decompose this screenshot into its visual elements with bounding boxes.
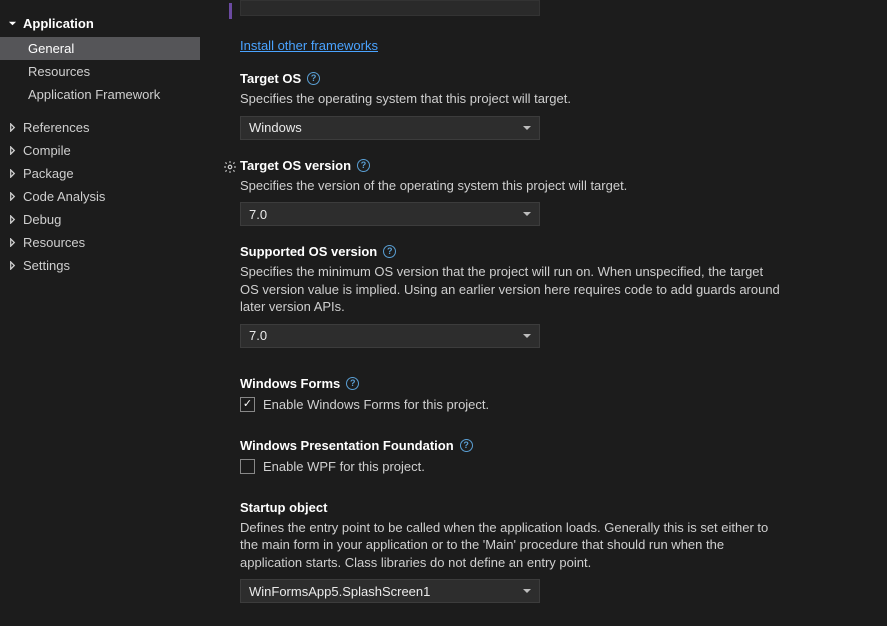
sidebar-item-application-framework[interactable]: Application Framework	[0, 83, 200, 108]
help-icon[interactable]: ?	[346, 377, 359, 390]
wpf-checkbox[interactable]	[240, 459, 255, 474]
sidebar-item-resources[interactable]: Resources	[0, 60, 200, 83]
supported-os-version-label: Supported OS version	[240, 244, 377, 259]
wpf-label: Windows Presentation Foundation	[240, 438, 454, 453]
help-icon[interactable]: ?	[357, 159, 370, 172]
help-icon[interactable]: ?	[383, 245, 396, 258]
chevron-right-icon	[8, 123, 17, 132]
sidebar-item-package[interactable]: Package	[0, 162, 200, 185]
install-frameworks-link[interactable]: Install other frameworks	[240, 38, 378, 53]
help-icon[interactable]: ?	[307, 72, 320, 85]
sidebar-children: General Resources Application Framework	[0, 37, 200, 108]
sidebar: Application General Resources Applicatio…	[0, 0, 200, 626]
chevron-right-icon	[8, 261, 17, 270]
winforms-label: Windows Forms	[240, 376, 340, 391]
chevron-down-icon	[8, 19, 17, 28]
chevron-right-icon	[8, 146, 17, 155]
winforms-checkbox[interactable]	[240, 397, 255, 412]
target-os-desc: Specifies the operating system that this…	[240, 90, 780, 108]
startup-object-desc: Defines the entry point to be called whe…	[240, 519, 780, 572]
chevron-right-icon	[8, 192, 17, 201]
sidebar-item-resources-top[interactable]: Resources	[0, 231, 200, 254]
sidebar-item-references[interactable]: References	[0, 116, 200, 139]
sidebar-section-label: Application	[23, 16, 94, 31]
chevron-right-icon	[8, 169, 17, 178]
sidebar-item-settings[interactable]: Settings	[0, 254, 200, 277]
sidebar-item-debug[interactable]: Debug	[0, 208, 200, 231]
section-indicator	[229, 3, 232, 19]
sidebar-section-application[interactable]: Application	[0, 12, 200, 37]
winforms-checkbox-label: Enable Windows Forms for this project.	[263, 397, 489, 412]
target-os-label: Target OS	[240, 71, 301, 86]
startup-object-label: Startup object	[240, 500, 327, 515]
chevron-right-icon	[8, 238, 17, 247]
sidebar-item-general[interactable]: General	[0, 37, 200, 60]
help-icon[interactable]: ?	[460, 439, 473, 452]
target-os-version-select[interactable]: 7.0	[240, 202, 540, 226]
main-panel: Install other frameworks Target OS ? Spe…	[200, 0, 887, 626]
supported-os-version-desc: Specifies the minimum OS version that th…	[240, 263, 780, 316]
target-os-version-desc: Specifies the version of the operating s…	[240, 177, 780, 195]
supported-os-version-select[interactable]: 7.0	[240, 324, 540, 348]
wpf-checkbox-label: Enable WPF for this project.	[263, 459, 425, 474]
sidebar-item-code-analysis[interactable]: Code Analysis	[0, 185, 200, 208]
gear-icon	[223, 160, 237, 174]
sidebar-item-compile[interactable]: Compile	[0, 139, 200, 162]
startup-object-select[interactable]: WinFormsApp5.SplashScreen1	[240, 579, 540, 603]
target-os-select[interactable]: Windows	[240, 116, 540, 140]
target-framework-select[interactable]	[240, 0, 540, 16]
chevron-right-icon	[8, 215, 17, 224]
target-os-version-label: Target OS version	[240, 158, 351, 173]
